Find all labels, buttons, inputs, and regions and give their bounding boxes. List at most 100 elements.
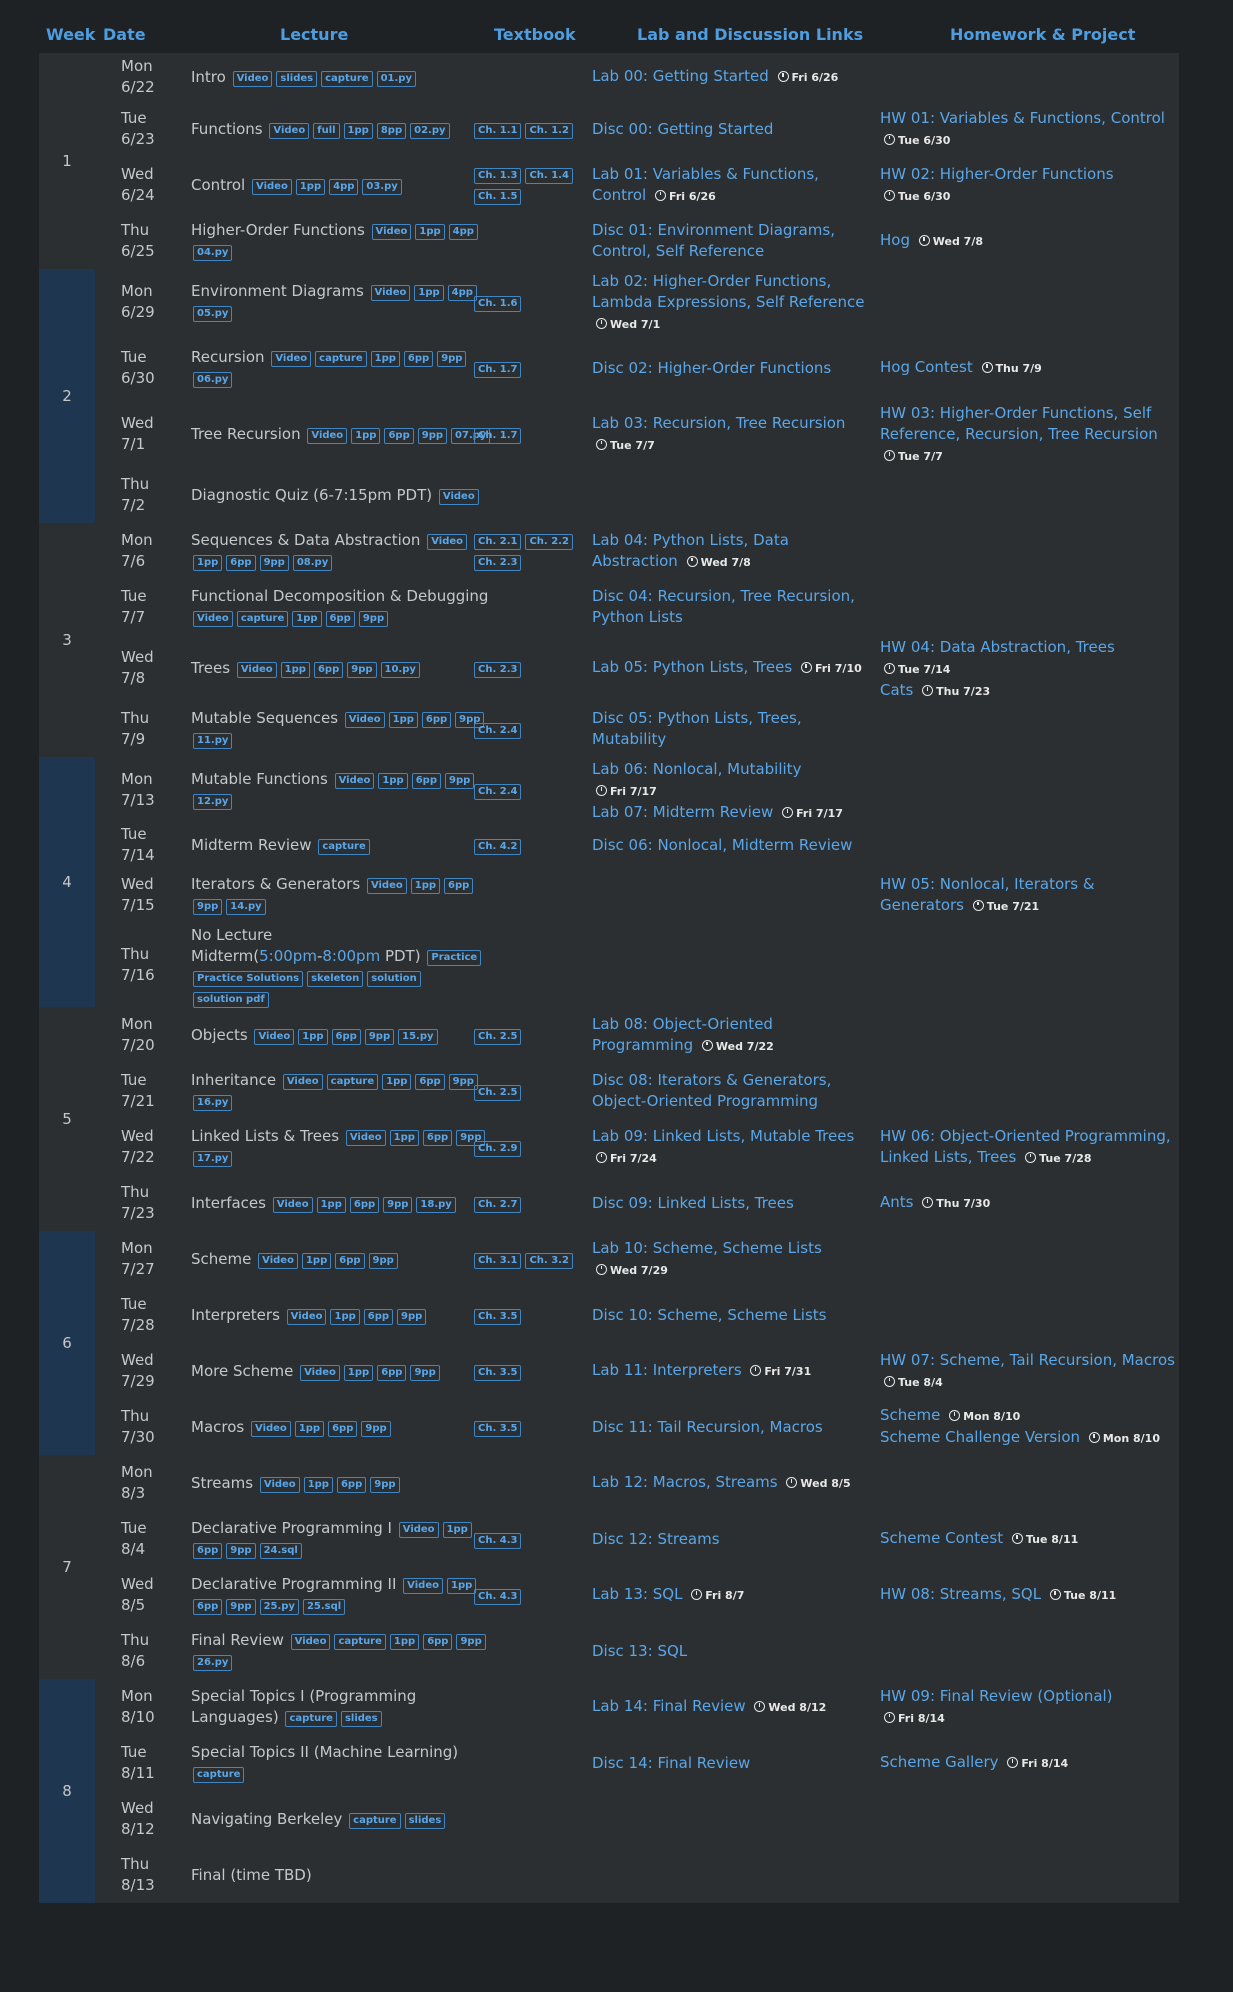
resource-link[interactable]: 6pp [328,1420,358,1437]
resource-link[interactable]: Video [427,534,468,550]
resource-link[interactable]: 9pp [226,1599,256,1615]
homework-link[interactable]: HW 09: Final Review (Optional) [880,1687,1113,1705]
resource-link[interactable]: 6pp [226,555,256,571]
textbook-link[interactable]: Ch. 2.3 [474,661,522,678]
resource-link[interactable]: Video [290,1634,331,1650]
resource-link[interactable]: 9pp [347,661,377,678]
textbook-link[interactable]: Ch. 2.5 [474,1028,522,1045]
lab-link[interactable]: Disc 00: Getting Started [592,120,773,138]
resource-link[interactable]: 9pp [226,1543,256,1559]
resource-link[interactable]: Video [403,1578,443,1594]
resource-link[interactable]: 1pp [330,1308,360,1325]
lab-link[interactable]: Lab 06: Nonlocal, Mutability [592,760,801,778]
resource-link[interactable]: 1pp [295,178,326,195]
resource-link[interactable]: capture [193,1767,245,1783]
resource-link[interactable]: 11.py [193,733,233,749]
resource-link[interactable]: 01.py [376,70,416,87]
resource-link[interactable]: 9pp [361,1420,391,1437]
lab-link[interactable]: Lab 09: Linked Lists, Mutable Trees [592,1127,854,1145]
homework-link[interactable]: Scheme [880,1406,940,1424]
resource-link[interactable]: 08.py [292,555,333,571]
resource-link[interactable]: 1pp [389,1130,419,1146]
resource-link[interactable]: 25.sql [302,1599,346,1615]
resource-link[interactable]: Video [334,773,375,789]
resource-link[interactable]: 1pp [389,1634,420,1650]
lab-link[interactable]: Lab 12: Macros, Streams [592,1473,778,1491]
resource-link[interactable]: Video [254,1028,295,1045]
resource-link[interactable]: Video [344,712,385,728]
resource-link[interactable]: Practice Solutions [193,971,304,987]
resource-link[interactable]: 18.py [416,1196,456,1213]
homework-link[interactable]: Cats [880,681,913,699]
lab-link[interactable]: Disc 04: Recursion, Tree Recursion, Pyth… [592,587,855,626]
resource-link[interactable]: 1pp [442,1522,472,1538]
textbook-link[interactable]: Ch. 4.3 [474,1532,522,1549]
resource-link[interactable]: 1pp [414,285,444,301]
resource-link[interactable]: 1pp [280,661,310,678]
textbook-link[interactable]: Ch. 1.3 [474,168,522,184]
resource-link[interactable]: 02.py [410,122,450,139]
homework-link[interactable]: HW 07: Scheme, Tail Recursion, Macros [880,1351,1175,1369]
resource-link[interactable]: 25.py [259,1599,299,1615]
resource-link[interactable]: 03.py [362,178,402,195]
homework-link[interactable]: HW 02: Higher-Order Functions [880,165,1114,183]
resource-link[interactable]: 1pp [343,1364,374,1381]
resource-link[interactable]: 1pp [292,611,322,627]
resource-link[interactable]: 9pp [456,1634,486,1650]
resource-link[interactable]: 1pp [301,1252,332,1269]
textbook-link[interactable]: Ch. 3.5 [474,1420,522,1437]
resource-link[interactable]: Video [282,1074,323,1090]
resource-link[interactable]: 1pp [382,1074,412,1090]
lab-link[interactable]: Lab 10: Scheme, Scheme Lists [592,1239,822,1257]
resource-link[interactable]: slides [404,1812,446,1829]
resource-link[interactable]: 1pp [298,1028,328,1045]
resource-link[interactable]: 6pp [384,427,414,444]
resource-link[interactable]: 6pp [193,1599,223,1615]
resource-link[interactable]: 10.py [380,661,420,678]
textbook-link[interactable]: Ch. 1.5 [474,189,522,205]
textbook-link[interactable]: Ch. 2.7 [474,1196,522,1213]
lab-link[interactable]: Disc 01: Environment Diagrams, Control, … [592,221,835,260]
resource-link[interactable]: 1pp [303,1476,333,1493]
resource-link[interactable]: Video [370,285,411,301]
homework-link[interactable]: Hog [880,231,910,249]
lab-link[interactable]: Lab 03: Recursion, Tree Recursion [592,414,845,432]
resource-link[interactable]: 06.py [193,372,233,388]
resource-link[interactable]: capture [285,1711,337,1727]
resource-link[interactable]: 6pp [423,1634,453,1650]
resource-link[interactable]: Video [236,661,277,678]
resource-link[interactable]: skeleton [307,971,364,987]
lab-link[interactable]: Lab 02: Higher-Order Functions, Lambda E… [592,272,864,311]
homework-link[interactable]: HW 04: Data Abstraction, Trees [880,638,1115,656]
resource-link[interactable]: solution [367,971,421,987]
resource-link[interactable]: slides [340,1711,382,1727]
resource-link[interactable]: 1pp [343,122,373,139]
resource-link[interactable]: 16.py [193,1095,233,1111]
lab-link[interactable]: Lab 05: Python Lists, Trees [592,658,792,676]
homework-link[interactable]: Hog Contest [880,358,973,376]
resource-link[interactable]: capture [315,351,367,367]
homework-link[interactable]: HW 03: Higher-Order Functions, Self Refe… [880,404,1158,443]
resource-link[interactable]: 1pp [378,773,408,789]
resource-link[interactable]: 6pp [377,1364,407,1381]
resource-link[interactable]: capture [318,838,370,855]
resource-link[interactable]: 9pp [410,1364,440,1381]
resource-link[interactable]: 24.sql [259,1543,302,1559]
resource-link[interactable]: 05.py [193,306,233,322]
homework-link[interactable]: HW 08: Streams, SQL [880,1585,1041,1603]
resource-link[interactable]: full [313,122,340,139]
resource-link[interactable]: 9pp [417,427,448,444]
resource-link[interactable]: 17.py [193,1151,233,1167]
lab-link[interactable]: Disc 02: Higher-Order Functions [592,359,831,377]
resource-link[interactable]: 9pp [368,1252,398,1269]
resource-link[interactable]: 6pp [363,1308,394,1325]
lab-link[interactable]: Disc 08: Iterators & Generators, Object-… [592,1071,831,1110]
textbook-link[interactable]: Ch. 2.9 [474,1140,522,1157]
textbook-link[interactable]: Ch. 3.1 [474,1252,522,1269]
resource-link[interactable]: capture [334,1634,386,1650]
resource-link[interactable]: Video [271,351,312,367]
resource-link[interactable]: 26.py [193,1655,233,1671]
lab-link[interactable]: Lab 13: SQL [592,1585,682,1603]
resource-link[interactable]: capture [236,611,289,627]
resource-link[interactable]: 6pp [325,611,355,627]
